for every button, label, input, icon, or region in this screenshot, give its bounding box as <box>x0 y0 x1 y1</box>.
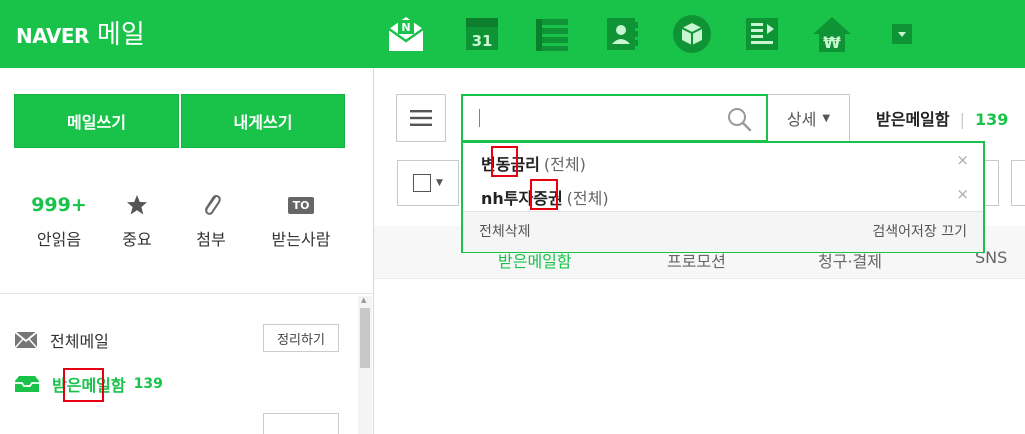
inbox-tray-icon <box>15 376 39 392</box>
highlight-box <box>63 368 104 402</box>
folder-all-mail[interactable]: 전체메일 <box>14 328 109 352</box>
select-options-arrow-icon: ▼ <box>436 178 443 188</box>
search-detail-button[interactable]: 상세 ▼ <box>768 94 850 142</box>
drive-app-button[interactable] <box>666 8 718 60</box>
quick-to-me[interactable]: TO 받는사람 <box>266 190 336 250</box>
write-to-self-button[interactable]: 내게쓰기 <box>181 94 345 148</box>
disable-search-history-button[interactable]: 검색어저장 끄기 <box>872 221 967 241</box>
delete-all-history-button[interactable]: 전체삭제 <box>479 221 531 241</box>
calendar-app-badge: 31 <box>472 32 493 50</box>
naver-mail-logo[interactable]: NAVER 메일 <box>16 14 145 51</box>
sidebar-scrollbar[interactable]: ▲ <box>358 296 372 434</box>
quick-to-me-label: 받는사람 <box>271 230 331 249</box>
mail-search-box[interactable] <box>461 94 768 142</box>
search-text-cursor <box>479 109 480 127</box>
suggestion-scope: (전체) <box>566 189 609 208</box>
toolbar-button[interactable] <box>985 160 999 206</box>
folder-action-button[interactable] <box>263 413 339 434</box>
hamburger-icon <box>410 110 432 126</box>
logo-service: 메일 <box>96 20 145 50</box>
contacts-app-button[interactable] <box>596 8 648 60</box>
quick-unread-label: 안읽음 <box>36 230 82 249</box>
star-icon <box>127 195 147 215</box>
todo-app-button[interactable] <box>526 8 578 60</box>
more-apps-button[interactable] <box>876 8 928 60</box>
search-detail-label: 상세 <box>786 110 817 129</box>
dropdown-footer: 전체삭제 검색어저장 끄기 <box>463 211 983 252</box>
hamburger-menu-button[interactable] <box>396 94 446 142</box>
envelope-icon <box>14 331 38 349</box>
search-icon[interactable] <box>726 106 752 132</box>
remove-suggestion-icon[interactable]: × <box>956 151 969 169</box>
box-icon <box>673 15 711 53</box>
mailbox-title: 받은메일함 | 139 <box>876 106 1008 130</box>
toolbar-button[interactable] <box>1011 160 1025 206</box>
paperclip-icon <box>205 195 221 215</box>
calendar-icon: 31 <box>466 18 498 50</box>
household-app-button[interactable]: ₩ <box>806 8 858 60</box>
memo-app-button[interactable] <box>736 8 788 60</box>
logo-brand: NAVER <box>16 24 89 48</box>
mailbox-count: 139 <box>975 110 1009 129</box>
mailbox-title-label: 받은메일함 <box>876 110 950 129</box>
quick-important-label: 중요 <box>122 230 152 249</box>
chevron-down-icon: ▼ <box>822 112 831 124</box>
select-all-checkbox[interactable]: ▼ <box>397 160 459 206</box>
calendar-app-button[interactable]: 31 <box>456 8 508 60</box>
mail-app-button[interactable]: N <box>380 8 432 60</box>
sidebar-divider <box>0 293 373 294</box>
memo-icon <box>746 18 778 50</box>
highlight-box <box>491 146 518 177</box>
more-dropdown-icon <box>892 24 912 44</box>
checkbox-square <box>413 174 432 192</box>
won-house-icon: ₩ <box>813 17 851 52</box>
list-icon <box>536 19 568 51</box>
organize-button[interactable]: 정리하기 <box>263 324 339 352</box>
write-mail-button[interactable]: 메일쓰기 <box>14 94 179 148</box>
household-app-badge: ₩ <box>823 33 841 52</box>
scrollbar-thumb[interactable] <box>360 308 370 368</box>
envelope-n-icon: N <box>388 17 424 51</box>
folder-all-mail-label: 전체메일 <box>50 332 109 351</box>
quick-attachment-label: 첨부 <box>196 230 226 249</box>
remove-suggestion-icon[interactable]: × <box>956 185 969 203</box>
left-sidebar: 메일쓰기 내게쓰기 999+ 안읽음 중요 첨부 TO 받는사람 전체메일 정리… <box>0 68 374 434</box>
unread-count: 999+ <box>31 194 87 216</box>
scroll-up-arrow-icon[interactable]: ▲ <box>361 296 366 304</box>
quick-attachment[interactable]: 첨부 <box>176 190 246 250</box>
quick-important[interactable]: 중요 <box>102 190 172 250</box>
top-bar: NAVER 메일 N 31 ₩ <box>0 0 1025 68</box>
contacts-icon <box>607 18 638 50</box>
highlight-box <box>530 179 558 210</box>
to-badge-icon: TO <box>287 196 315 214</box>
quick-unread[interactable]: 999+ 안읽음 <box>24 190 94 250</box>
suggestion-scope: (전체) <box>543 155 586 174</box>
mail-app-badge: N <box>401 21 410 34</box>
title-divider: | <box>959 110 965 129</box>
folder-inbox-count: 139 <box>133 376 163 392</box>
